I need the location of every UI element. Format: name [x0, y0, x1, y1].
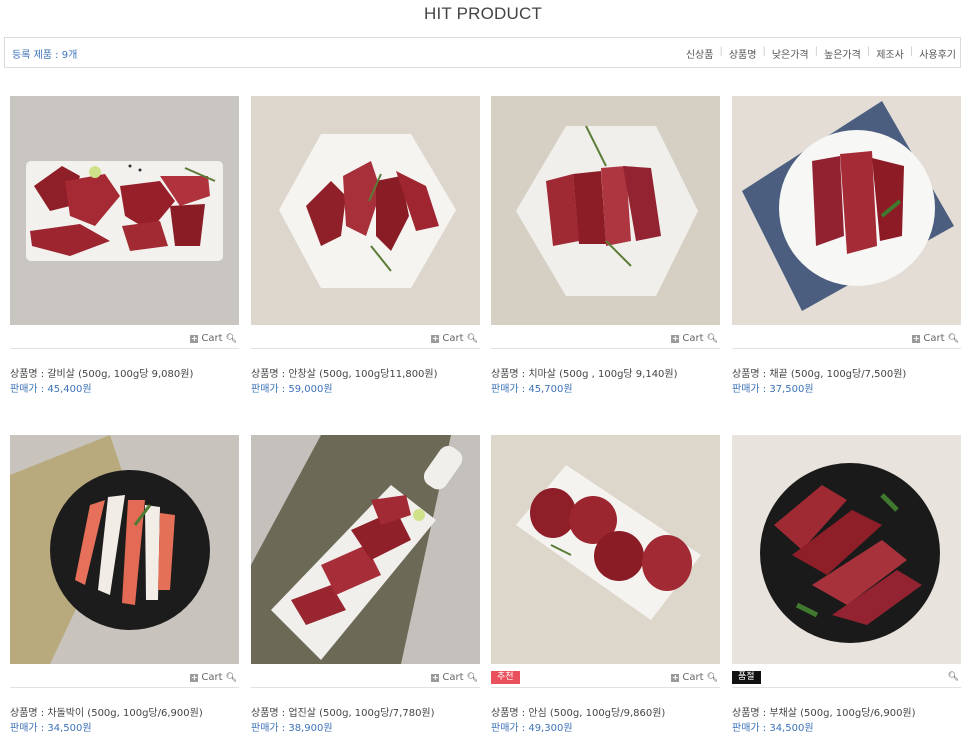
product-card: 추천 + Cart 🔍︎ 상품명 : 안심 (500g, 100g당/9,860원)… [491, 435, 720, 734]
sort-name[interactable]: 상품명 [729, 46, 757, 61]
cart-label: Cart [201, 672, 223, 683]
magnifier-icon[interactable]: 🔍︎ [467, 673, 478, 683]
product-price: 판매가 : 59,000원 [251, 384, 333, 395]
product-price: 판매가 : 45,700원 [491, 384, 573, 395]
plus-icon: + [190, 333, 199, 343]
sort-separator: | [814, 46, 819, 57]
magnifier-icon[interactable]: 🔍︎ [707, 673, 718, 683]
magnifier-icon[interactable]: 🔍︎ [226, 673, 237, 683]
product-name[interactable]: 상품명 : 업진살 (500g, 100g당/7,780원) [251, 704, 435, 719]
product-name[interactable]: 상품명 : 부채살 (500g, 100g당/6,900원) [732, 704, 916, 719]
product-image[interactable] [10, 96, 239, 325]
product-card: + Cart 🔍︎ 상품명 : 안창살 (500g, 100g당11,800원) 판… [251, 96, 480, 395]
sort-separator: | [866, 46, 871, 57]
product-count: 등록 제품 : 9개 [12, 50, 78, 61]
cart-label: Cart [682, 333, 704, 344]
product-price: 판매가 : 34,500원 [10, 723, 92, 734]
product-actions: + Cart 🔍︎ [10, 671, 239, 688]
sort-separator: | [719, 46, 723, 57]
product-name[interactable]: 상품명 : 안창살 (500g, 100g당11,800원) [251, 365, 438, 380]
soldout-badge: 품절 [732, 671, 761, 684]
cart-label: Cart [923, 333, 945, 344]
sort-reviews[interactable]: 사용후기 [919, 46, 956, 61]
cart-label: Cart [442, 333, 464, 344]
cart-button[interactable]: + Cart 🔍︎ [190, 333, 237, 344]
cart-label: Cart [442, 672, 464, 683]
magnifier-icon[interactable]: 🔍︎ [948, 672, 959, 682]
product-actions: + Cart 🔍︎ [10, 332, 239, 349]
product-card: 품절 🔍︎ 상품명 : 부채살 (500g, 100g당/6,900원) 판매가… [732, 435, 961, 734]
zoom-button[interactable]: 🔍︎ [945, 672, 959, 682]
magnifier-icon[interactable]: 🔍︎ [467, 334, 478, 344]
product-image[interactable] [491, 96, 720, 325]
sort-maker[interactable]: 제조사 [876, 46, 904, 61]
cart-button[interactable]: + Cart 🔍︎ [190, 672, 237, 683]
product-price: 판매가 : 49,300원 [491, 723, 573, 734]
product-actions: 품절 🔍︎ [732, 671, 961, 688]
cart-button[interactable]: + Cart 🔍︎ [671, 672, 718, 683]
cart-button[interactable]: + Cart 🔍︎ [912, 333, 959, 344]
product-actions: + Cart 🔍︎ [732, 332, 961, 349]
product-name[interactable]: 상품명 : 안심 (500g, 100g당/9,860원) [491, 704, 665, 719]
cart-button[interactable]: + Cart 🔍︎ [431, 672, 478, 683]
plus-icon: + [671, 333, 680, 343]
sort-new[interactable]: 신상품 [686, 46, 714, 61]
product-card: + Cart 🔍︎ 상품명 : 치마살 (500g , 100g당 9,140원) … [491, 96, 720, 395]
cart-button[interactable]: + Cart 🔍︎ [431, 333, 478, 344]
plus-icon: + [431, 333, 440, 343]
cart-button[interactable]: + Cart 🔍︎ [671, 333, 718, 344]
product-card: + Cart 🔍︎ 상품명 : 차돌박이 (500g, 100g당/6,900원) … [10, 435, 239, 734]
product-price: 판매가 : 34,500원 [732, 723, 814, 734]
page-title: HIT PRODUCT [423, 4, 543, 23]
product-name[interactable]: 상품명 : 치마살 (500g , 100g당 9,140원) [491, 365, 678, 380]
product-card: + Cart 🔍︎ 상품명 : 채끝 (500g, 100g당/7,500원) 판매… [732, 96, 961, 395]
sort-separator: | [762, 46, 766, 57]
product-image[interactable] [732, 96, 961, 325]
plus-icon: + [190, 672, 199, 682]
sort-low-price[interactable]: 낮은가격 [772, 46, 809, 61]
product-card: + Cart 🔍︎ 상품명 : 업진살 (500g, 100g당/7,780원) 판… [251, 435, 480, 734]
product-name[interactable]: 상품명 : 채끝 (500g, 100g당/7,500원) [732, 365, 906, 380]
sort-separator: | [909, 46, 914, 57]
product-price: 판매가 : 37,500원 [732, 384, 814, 395]
product-image[interactable] [251, 435, 480, 664]
product-card: + Cart 🔍︎ 상품명 : 갈비살 (500g, 100g당 9,080원) 판… [10, 96, 239, 395]
product-actions: 추천 + Cart 🔍︎ [491, 671, 720, 688]
product-name[interactable]: 상품명 : 차돌박이 (500g, 100g당/6,900원) [10, 704, 203, 719]
product-image[interactable] [732, 435, 961, 664]
sort-options: 신상품 | 상품명 | 낮은가격 | 높은가격 | 제조사 | 사용후기 [686, 46, 956, 61]
product-image[interactable] [491, 435, 720, 664]
recommend-badge: 추천 [491, 671, 520, 684]
magnifier-icon[interactable]: 🔍︎ [948, 334, 959, 344]
sort-bar: 등록 제품 : 9개 신상품 | 상품명 | 낮은가격 | 높은가격 | 제조사 | 사용… [4, 37, 961, 68]
product-price: 판매가 : 45,400원 [10, 384, 92, 395]
magnifier-icon[interactable]: 🔍︎ [707, 334, 718, 344]
product-image[interactable] [251, 96, 480, 325]
plus-icon: + [671, 672, 680, 682]
plus-icon: + [912, 333, 921, 343]
product-actions: + Cart 🔍︎ [251, 671, 480, 688]
product-name[interactable]: 상품명 : 갈비살 (500g, 100g당 9,080원) [10, 365, 193, 380]
magnifier-icon[interactable]: 🔍︎ [226, 334, 237, 344]
product-actions: + Cart 🔍︎ [251, 332, 480, 349]
plus-icon: + [431, 672, 440, 682]
cart-label: Cart [201, 333, 223, 344]
product-image[interactable] [10, 435, 239, 664]
product-price: 판매가 : 38,900원 [251, 723, 333, 734]
cart-label: Cart [682, 672, 704, 683]
product-actions: + Cart 🔍︎ [491, 332, 720, 349]
sort-high-price[interactable]: 높은가격 [824, 46, 861, 61]
